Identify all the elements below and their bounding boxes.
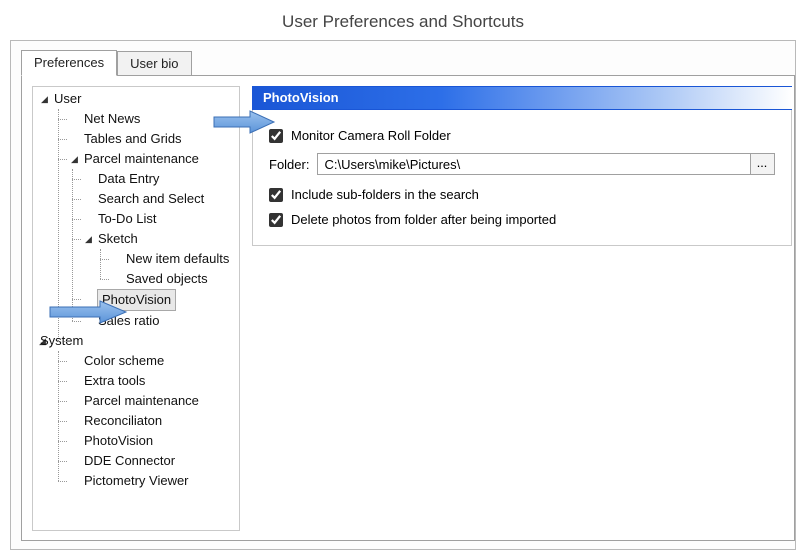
tree-node-photovision[interactable]: PhotoVision bbox=[97, 289, 176, 311]
browse-folder-button[interactable]: ... bbox=[751, 153, 775, 175]
tree-node-extratools[interactable]: Extra tools bbox=[84, 371, 145, 391]
collapse-icon[interactable]: ◢ bbox=[83, 234, 94, 245]
page-title: User Preferences and Shortcuts bbox=[0, 0, 806, 40]
preferences-tree[interactable]: ◢ User Net News Tables and Grids ◢ Parce… bbox=[32, 86, 240, 531]
include-subfolders-checkbox[interactable] bbox=[269, 188, 283, 202]
folder-label: Folder: bbox=[269, 157, 309, 172]
tree-node-sys-photovision[interactable]: PhotoVision bbox=[84, 431, 153, 451]
tree-node-system[interactable]: System bbox=[40, 331, 83, 351]
tree-node-sketch[interactable]: Sketch bbox=[98, 229, 138, 249]
monitor-camera-roll-label: Monitor Camera Roll Folder bbox=[291, 128, 451, 143]
delete-after-import-label: Delete photos from folder after being im… bbox=[291, 212, 556, 227]
include-subfolders-label: Include sub-folders in the search bbox=[291, 187, 479, 202]
preferences-window: Preferences User bio ◢ User Net News bbox=[10, 40, 796, 550]
tree-node-pictometry[interactable]: Pictometry Viewer bbox=[84, 471, 189, 491]
tree-node-colorscheme[interactable]: Color scheme bbox=[84, 351, 164, 371]
monitor-camera-roll-checkbox[interactable] bbox=[269, 129, 283, 143]
collapse-icon[interactable]: ◢ bbox=[69, 154, 80, 165]
tree-node-savedobj[interactable]: Saved objects bbox=[126, 269, 208, 289]
delete-after-import-checkbox[interactable] bbox=[269, 213, 283, 227]
tree-node-user[interactable]: User bbox=[54, 89, 81, 109]
tree-node-tablesgrids[interactable]: Tables and Grids bbox=[84, 129, 182, 149]
group-header: PhotoVision bbox=[252, 86, 792, 110]
tree-node-todolist[interactable]: To-Do List bbox=[98, 209, 157, 229]
tree-node-searchselect[interactable]: Search and Select bbox=[98, 189, 204, 209]
tree-node-dataentry[interactable]: Data Entry bbox=[98, 169, 159, 189]
tree-node-sys-parcelmaint[interactable]: Parcel maintenance bbox=[84, 391, 199, 411]
tree-node-newitem[interactable]: New item defaults bbox=[126, 249, 229, 269]
tree-node-salesratio[interactable]: Sales ratio bbox=[98, 311, 159, 331]
tabstrip: Preferences User bio bbox=[21, 47, 795, 75]
preferences-panel: ◢ User Net News Tables and Grids ◢ Parce… bbox=[21, 75, 795, 541]
photovision-group: PhotoVision Monitor Camera Roll Folder F… bbox=[252, 86, 792, 246]
tree-node-netnews[interactable]: Net News bbox=[84, 109, 140, 129]
collapse-icon[interactable]: ◢ bbox=[39, 94, 50, 105]
tab-preferences[interactable]: Preferences bbox=[21, 50, 117, 76]
tree-node-reconciliation[interactable]: Reconciliaton bbox=[84, 411, 162, 431]
folder-input[interactable] bbox=[317, 153, 751, 175]
tree-node-parcelmaint[interactable]: Parcel maintenance bbox=[84, 149, 199, 169]
tab-user-bio[interactable]: User bio bbox=[117, 51, 191, 76]
content-pane: PhotoVision Monitor Camera Roll Folder F… bbox=[240, 86, 794, 540]
tree-node-ddeconnector[interactable]: DDE Connector bbox=[84, 451, 175, 471]
